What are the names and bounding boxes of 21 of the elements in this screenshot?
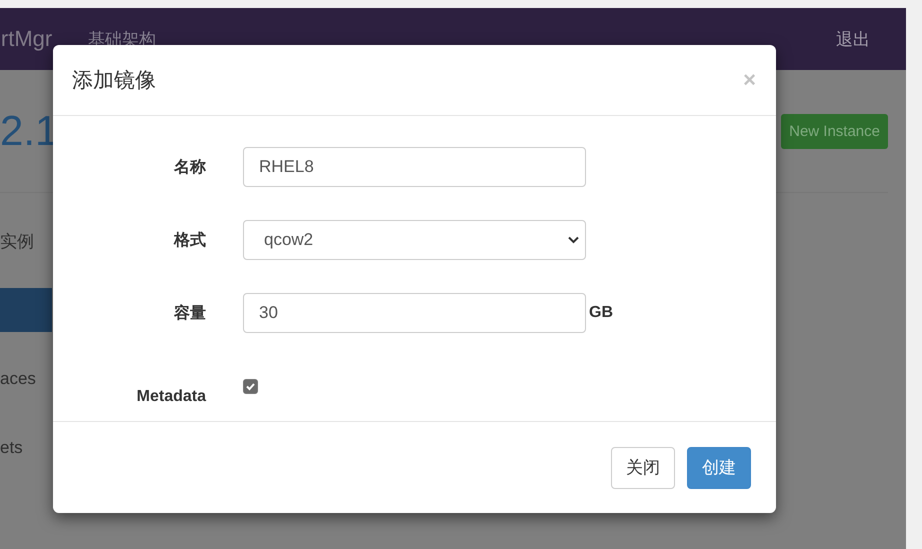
close-dialog-button[interactable]: 关闭 [611,446,675,488]
sidebar-item[interactable]: aces [0,357,52,401]
field-label: 格式 [172,230,206,250]
sidebar-item[interactable]: ets [0,426,52,470]
format-select[interactable]: qcow2 [243,220,586,260]
field-label: 名称 [172,158,206,178]
chevron-down-icon [568,236,579,244]
create-button[interactable]: 创建 [687,446,751,488]
input-field[interactable]: RHEL8 [243,147,586,187]
logout-link[interactable]: 退出 [836,28,870,50]
field-label: Metadata [136,388,206,406]
unit-label: GB [589,304,614,322]
input-field[interactable]: 30 [243,293,586,333]
checkmark-icon [245,380,256,392]
dialog-title: 添加镜像 [72,68,156,94]
sidebar-item[interactable]: 实例 [0,219,52,263]
page-title: 2.1 [0,107,58,155]
brand-name[interactable]: irtMgr [0,26,52,52]
new-instance-button[interactable]: New Instance [781,114,888,148]
field-label: 容量 [173,303,206,324]
metadata-checkbox[interactable] [243,378,258,394]
